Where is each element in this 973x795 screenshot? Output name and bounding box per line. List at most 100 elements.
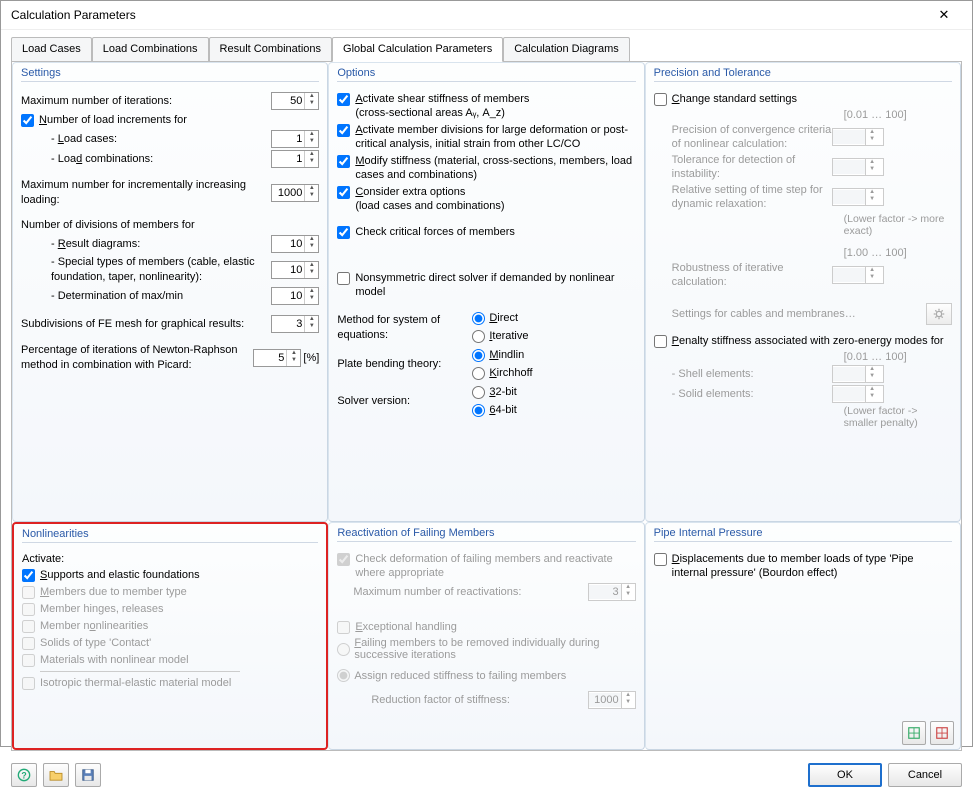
maxmin-spinner[interactable]: ▲▼: [271, 287, 319, 305]
fe-mesh-label: Subdivisions of FE mesh for graphical re…: [21, 317, 271, 332]
panel-icon: [935, 726, 949, 740]
spinner-arrows-icon[interactable]: ▲▼: [304, 316, 318, 332]
spinner-arrows-icon[interactable]: ▲▼: [304, 93, 318, 109]
nonsym-checkbox[interactable]: [337, 272, 350, 285]
extra-checkbox[interactable]: [337, 186, 350, 199]
dialog-footer: ? OK Cancel: [1, 757, 972, 795]
picard-spinner[interactable]: ▲▼: [253, 349, 301, 367]
solid-spinner: ▲▼: [832, 385, 884, 403]
panel-reactivation: Reactivation of Failing Members Check de…: [328, 522, 644, 750]
window-title: Calculation Parameters: [11, 8, 924, 22]
picard-input[interactable]: [254, 351, 286, 365]
robust-spinner: ▲▼: [832, 266, 884, 284]
load-combos-spinner[interactable]: ▲▼: [271, 150, 319, 168]
panel-nonlinearities-title: Nonlinearities: [22, 528, 318, 545]
critical-label: Check critical forces of members: [355, 225, 635, 239]
solver-64-radio[interactable]: [472, 404, 485, 417]
materials-checkbox: [22, 654, 35, 667]
inc-loading-spinner[interactable]: ▲▼: [271, 184, 319, 202]
maxmin-input[interactable]: [272, 289, 304, 303]
max-iter-input[interactable]: [272, 94, 304, 108]
assign-label: Assign reduced stiffness to failing memb…: [354, 670, 566, 682]
plate-kirchhoff-radio[interactable]: [472, 367, 485, 380]
method-label: Method for system of equations:: [337, 313, 472, 343]
cancel-button[interactable]: Cancel: [888, 763, 962, 787]
shear-checkbox[interactable]: [337, 93, 350, 106]
modify-checkbox[interactable]: [337, 155, 350, 168]
max-iter-spinner[interactable]: ▲▼: [271, 92, 319, 110]
supports-checkbox[interactable]: [22, 569, 35, 582]
materials-label: Materials with nonlinear model: [40, 653, 189, 667]
tab-result-combinations[interactable]: Result Combinations: [209, 37, 333, 62]
members-type-label: Members due to member type: [40, 585, 187, 599]
reduction-label: Reduction factor of stiffness:: [371, 693, 587, 708]
react-max-spinner: ▲▼: [588, 583, 636, 601]
load-cases-spinner[interactable]: ▲▼: [271, 130, 319, 148]
tab-global-calc-params[interactable]: Global Calculation Parameters: [332, 37, 503, 62]
relax-spinner: ▲▼: [832, 188, 884, 206]
result-diagrams-spinner[interactable]: ▲▼: [271, 235, 319, 253]
solver-32-radio[interactable]: [472, 386, 485, 399]
plate-mindlin-radio[interactable]: [472, 349, 485, 362]
penalty-label: Penalty stiffness associated with zero-e…: [672, 334, 944, 348]
special-types-input[interactable]: [272, 263, 304, 277]
special-types-spinner[interactable]: ▲▼: [271, 261, 319, 279]
fe-mesh-spinner[interactable]: ▲▼: [271, 315, 319, 333]
shell-spinner: ▲▼: [832, 365, 884, 383]
assign-radio: [337, 669, 350, 682]
close-icon[interactable]: ✕: [924, 1, 964, 29]
change-settings-checkbox[interactable]: [654, 93, 667, 106]
method-iterative-radio[interactable]: [472, 330, 485, 343]
members-type-checkbox: [22, 586, 35, 599]
activate-label: Activate:: [22, 553, 318, 565]
picard-label: Percentage of iterations of Newton-Raphs…: [21, 343, 253, 373]
method-direct-radio[interactable]: [472, 312, 485, 325]
spinner-arrows-icon[interactable]: ▲▼: [304, 185, 318, 201]
spinner-arrows-icon[interactable]: ▲▼: [304, 288, 318, 304]
fe-mesh-input[interactable]: [272, 317, 304, 331]
load-combos-input[interactable]: [272, 152, 304, 166]
spinner-arrows-icon[interactable]: ▲▼: [304, 236, 318, 252]
spinner-arrows-icon[interactable]: ▲▼: [304, 262, 318, 278]
load-cases-input[interactable]: [272, 132, 304, 146]
tab-calc-diagrams[interactable]: Calculation Diagrams: [503, 37, 630, 62]
panel-settings-title: Settings: [21, 67, 319, 84]
nonsym-label: Nonsymmetric direct solver if demanded b…: [355, 271, 635, 299]
spinner-arrows-icon[interactable]: ▲▼: [304, 131, 318, 147]
modify-label: Modify stiffness (material, cross-sectio…: [355, 154, 635, 182]
load-inc-checkbox[interactable]: [21, 114, 34, 127]
content-grid: Settings Maximum number of iterations: ▲…: [11, 61, 962, 751]
open-button[interactable]: [43, 763, 69, 787]
maxmin-label: Determination of max/min: [51, 289, 271, 304]
react-max-label: Maximum number of reactivations:: [353, 585, 587, 600]
pipe-checkbox[interactable]: [654, 553, 667, 566]
panel-options-title: Options: [337, 67, 635, 84]
save-button[interactable]: [75, 763, 101, 787]
ok-button[interactable]: OK: [808, 763, 882, 787]
special-types-label: Special types of members (cable, elastic…: [51, 255, 271, 285]
help-button[interactable]: ?: [11, 763, 37, 787]
critical-checkbox[interactable]: [337, 226, 350, 239]
folder-icon: [49, 769, 63, 781]
spinner-arrows-icon[interactable]: ▲▼: [286, 350, 300, 366]
reduction-spinner: ▲▼: [588, 691, 636, 709]
solids-checkbox: [22, 637, 35, 650]
svg-text:?: ?: [21, 771, 26, 781]
help-icon: ?: [17, 768, 31, 782]
extra-button-2[interactable]: [930, 721, 954, 745]
extra-button-1[interactable]: [902, 721, 926, 745]
inc-loading-label: Maximum number for incrementally increas…: [21, 178, 271, 208]
solver-64-label: 64-bit: [489, 403, 517, 418]
tab-load-combinations[interactable]: Load Combinations: [92, 37, 209, 62]
change-settings-label: Change standard settings: [672, 92, 797, 106]
inc-loading-input[interactable]: [272, 186, 304, 200]
panel-options: Options Activate shear stiffness of memb…: [328, 62, 644, 522]
tab-load-cases[interactable]: Load Cases: [11, 37, 92, 62]
penalty-checkbox[interactable]: [654, 335, 667, 348]
result-diagrams-input[interactable]: [272, 237, 304, 251]
large-def-checkbox[interactable]: [337, 124, 350, 137]
load-inc-label: Number of load increments for: [39, 113, 187, 127]
spinner-arrows-icon[interactable]: ▲▼: [304, 151, 318, 167]
save-icon: [81, 768, 95, 782]
panel-reactivation-title: Reactivation of Failing Members: [337, 527, 635, 544]
